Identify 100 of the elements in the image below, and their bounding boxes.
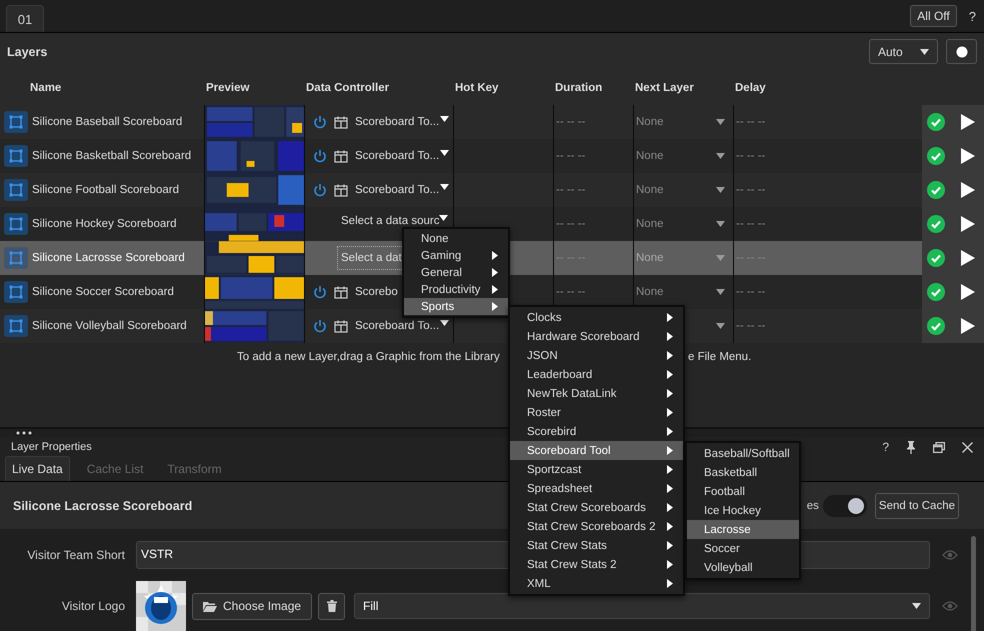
menu-item[interactable]: Leaderboard <box>510 365 683 384</box>
menu-item[interactable]: Hardware Scoreboard <box>510 327 683 346</box>
menu-item[interactable]: Lacrosse <box>687 520 799 539</box>
power-icon[interactable] <box>313 285 327 299</box>
check-icon[interactable] <box>927 317 945 335</box>
calendar-icon[interactable] <box>334 150 348 162</box>
column-header: Preview <box>205 82 250 94</box>
layer-tab[interactable]: 01 <box>6 5 44 32</box>
all-off-button[interactable]: All Off <box>910 5 957 27</box>
duration-value: -- -- -- <box>556 252 586 264</box>
caret-icon <box>912 603 921 609</box>
restore-icon[interactable] <box>933 442 945 452</box>
menu-item[interactable]: Scoreboard Tool <box>510 441 683 460</box>
layer-icon <box>4 145 28 167</box>
menu-item[interactable]: XML <box>510 574 683 593</box>
caret-icon[interactable] <box>716 153 725 159</box>
menu-item[interactable]: Spreadsheet <box>510 479 683 498</box>
scrollbar[interactable] <box>971 536 976 631</box>
toggle-switch[interactable] <box>822 494 867 516</box>
column-header: Hot Key <box>454 82 500 94</box>
duration-value: -- -- -- <box>556 150 586 162</box>
play-icon[interactable] <box>961 148 975 164</box>
layer-icon <box>4 281 28 303</box>
delay-value: -- -- -- <box>736 184 766 196</box>
play-icon[interactable] <box>961 284 975 300</box>
next-layer-dropdown[interactable]: None <box>636 218 664 230</box>
data-source-dropdown[interactable]: Scorebo <box>355 286 398 298</box>
power-icon[interactable] <box>313 183 327 197</box>
menu-item[interactable]: Stat Crew Stats 2 <box>510 555 683 574</box>
play-icon[interactable] <box>961 216 975 232</box>
play-icon[interactable] <box>961 114 975 130</box>
calendar-icon[interactable] <box>334 320 348 332</box>
data-source-dropdown[interactable]: Scoreboard To... <box>355 184 450 196</box>
menu-item[interactable]: Stat Crew Scoreboards 2 <box>510 517 683 536</box>
grip-icon[interactable] <box>16 431 32 435</box>
play-icon[interactable] <box>961 318 975 334</box>
layer-name: Silicone Football Scoreboard <box>32 184 180 196</box>
power-icon[interactable] <box>313 149 327 163</box>
menu-item[interactable]: Baseball/Softball <box>687 444 799 463</box>
menu-item[interactable]: Productivity <box>404 281 508 298</box>
caret-icon[interactable] <box>716 323 725 329</box>
calendar-icon[interactable] <box>334 116 348 128</box>
next-layer-dropdown[interactable]: None <box>636 184 664 196</box>
record-button[interactable] <box>946 39 977 64</box>
play-icon[interactable] <box>961 250 975 266</box>
check-icon[interactable] <box>927 113 945 131</box>
menu-item[interactable]: Ice Hockey <box>687 501 799 520</box>
calendar-icon[interactable] <box>334 184 348 196</box>
layer-row[interactable]: Silicone Baseball Scoreboard Scoreboard To... -- -- -- None -- -- -- <box>0 105 984 139</box>
power-icon[interactable] <box>313 319 327 333</box>
data-source-dropdown[interactable]: Scoreboard To... <box>355 150 450 162</box>
field-label: Visitor Logo <box>60 599 126 613</box>
menu-item[interactable]: JSON <box>510 346 683 365</box>
caret-icon[interactable] <box>716 187 725 193</box>
layer-row[interactable]: Silicone Football Scoreboard Scoreboard To... -- -- -- None -- -- -- <box>0 173 984 207</box>
menu-item[interactable]: Football <box>687 482 799 501</box>
menu-item[interactable]: Clocks <box>510 308 683 327</box>
menu-item[interactable]: Roster <box>510 403 683 422</box>
calendar-icon[interactable] <box>334 286 348 298</box>
menu-item[interactable]: Stat Crew Stats <box>510 536 683 555</box>
menu-item[interactable]: Stat Crew Scoreboards <box>510 498 683 517</box>
next-layer-dropdown[interactable]: None <box>636 116 664 128</box>
next-layer-dropdown[interactable]: None <box>636 150 664 162</box>
menu-item[interactable]: Gaming <box>404 247 508 264</box>
folder-icon <box>203 600 217 612</box>
close-icon[interactable] <box>962 442 973 452</box>
send-to-cache-button[interactable]: Send to Cache <box>874 492 959 518</box>
layer-name: Silicone Baseball Scoreboard <box>32 116 182 128</box>
check-icon[interactable] <box>927 147 945 165</box>
menu-item[interactable]: Sportzcast <box>510 460 683 479</box>
menu-item[interactable]: Basketball <box>687 463 799 482</box>
mode-dropdown[interactable]: Auto <box>869 39 938 64</box>
menu-item[interactable]: NewTek DataLink <box>510 384 683 403</box>
caret-icon[interactable] <box>716 221 725 227</box>
pin-icon[interactable] <box>906 440 916 454</box>
caret-icon[interactable] <box>716 289 725 295</box>
help-button[interactable]: ? <box>882 440 889 454</box>
menu-item[interactable]: Soccer <box>687 539 799 558</box>
fit-dropdown[interactable]: Fill <box>354 593 930 619</box>
layer-title: Silicone Lacrosse Scoreboard <box>13 498 192 512</box>
check-icon[interactable] <box>927 215 945 233</box>
power-icon[interactable] <box>313 115 327 129</box>
data-source-dropdown[interactable]: Scoreboard To... <box>355 320 450 332</box>
choose-image-button[interactable]: Choose Image <box>192 592 312 620</box>
check-icon[interactable] <box>927 249 945 267</box>
check-icon[interactable] <box>927 181 945 199</box>
help-button[interactable]: ? <box>968 8 976 24</box>
column-header: Name <box>29 82 62 94</box>
menu-item[interactable]: Volleyball <box>687 558 799 577</box>
caret-icon[interactable] <box>716 119 725 125</box>
check-icon[interactable] <box>927 283 945 301</box>
layer-name: Silicone Volleyball Scoreboard <box>32 320 187 332</box>
play-icon[interactable] <box>961 182 975 198</box>
properties-tab[interactable]: Live Data <box>5 456 70 481</box>
data-source-dropdown[interactable]: Scoreboard To... <box>355 116 450 128</box>
menu-item[interactable]: Scorebird <box>510 422 683 441</box>
delete-button[interactable] <box>318 592 346 620</box>
menu-item[interactable]: Sports <box>404 298 508 315</box>
next-layer-dropdown[interactable]: None <box>636 286 664 298</box>
layer-row[interactable]: Silicone Basketball Scoreboard Scoreboard To... -- -- -- None -- -- -- <box>0 139 984 173</box>
